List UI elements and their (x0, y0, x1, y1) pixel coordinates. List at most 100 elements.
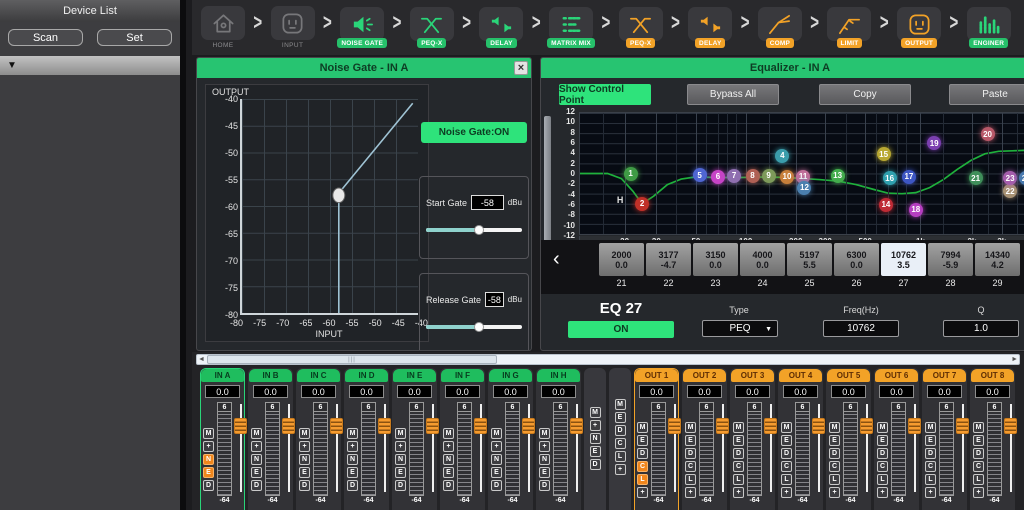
strip-button-l[interactable]: L (781, 474, 792, 485)
equalizer-window-title[interactable]: Equalizer - IN A (541, 58, 1024, 78)
eq-control-point-15[interactable]: 15 (877, 147, 891, 161)
eq-control-point-17[interactable]: 17 (902, 170, 916, 184)
strip-button-c[interactable]: C (733, 461, 744, 472)
strip-button-d[interactable]: D (973, 448, 984, 459)
eq-band-cell[interactable]: 31500.0 (693, 243, 738, 276)
strip-button-m[interactable]: M (877, 422, 888, 433)
strip-button-n[interactable]: N (590, 433, 601, 444)
strip-button-d[interactable]: D (203, 480, 214, 491)
channel-tab-in-f[interactable]: IN F (441, 369, 484, 382)
strip-button-plus[interactable]: + (203, 441, 214, 452)
strip-button-n[interactable]: N (443, 454, 454, 465)
copy-button[interactable]: Copy (819, 84, 911, 105)
strip-button-plus[interactable]: + (539, 441, 550, 452)
channel-tab-in-h[interactable]: IN H (537, 369, 580, 382)
channel-tab-out-5[interactable]: OUT 5 (827, 369, 870, 382)
strip-button-m[interactable]: M (615, 399, 626, 410)
channel-gain-value[interactable]: 0.0 (975, 385, 1010, 398)
fader-handle[interactable] (812, 418, 825, 434)
strip-button-plus[interactable]: + (781, 487, 792, 498)
strip-button-e[interactable]: E (925, 435, 936, 446)
strip-button-plus[interactable]: + (685, 487, 696, 498)
scroll-right-icon[interactable]: ► (1011, 355, 1018, 365)
toolbar-item-home[interactable]: HOME (198, 6, 248, 49)
strip-button-e[interactable]: E (539, 467, 550, 478)
strip-button-c[interactable]: C (973, 461, 984, 472)
strip-button-n[interactable]: N (395, 454, 406, 465)
strip-button-e[interactable]: E (203, 467, 214, 478)
strip-button-m[interactable]: M (590, 407, 601, 418)
channel-tab-in-g[interactable]: IN G (489, 369, 532, 382)
fader-handle[interactable] (570, 418, 583, 434)
eq-control-point-7[interactable]: 7 (727, 169, 741, 183)
strip-button-m[interactable]: M (395, 428, 406, 439)
fader-handle[interactable] (1004, 418, 1017, 434)
strip-button-c[interactable]: C (925, 461, 936, 472)
strip-button-plus[interactable]: + (590, 420, 601, 431)
channel-tab-in-c[interactable]: IN C (297, 369, 340, 382)
toolbar-item-delay[interactable]: DELAY (685, 7, 735, 48)
eq-band-28[interactable]: 7994-5.928 (928, 243, 973, 288)
eq-control-point-20[interactable]: 20 (981, 127, 995, 141)
fader-handle[interactable] (234, 418, 247, 434)
strip-button-e[interactable]: E (299, 467, 310, 478)
channel-gain-value[interactable]: 0.0 (349, 385, 384, 398)
mixer-scrollbar[interactable]: ◄ ||| ► (196, 354, 1020, 365)
strip-button-e[interactable]: E (347, 467, 358, 478)
fader-handle[interactable] (330, 418, 343, 434)
toolbar-item-delay[interactable]: DELAY (476, 7, 526, 48)
eq-band-cell[interactable]: 51975.5 (787, 243, 832, 276)
eq-control-point-18[interactable]: 18 (909, 203, 923, 217)
channel-gain-value[interactable]: 0.0 (541, 385, 576, 398)
fader-handle[interactable] (522, 418, 535, 434)
fader-handle[interactable] (474, 418, 487, 434)
toolbar-item-output[interactable]: OUTPUT (894, 7, 944, 48)
channel-tab-out-3[interactable]: OUT 3 (731, 369, 774, 382)
strip-button-c[interactable]: C (829, 461, 840, 472)
strip-button-m[interactable]: M (925, 422, 936, 433)
strip-button-l[interactable]: L (973, 474, 984, 485)
fader-handle[interactable] (908, 418, 921, 434)
strip-button-d[interactable]: D (251, 480, 262, 491)
toolbar-item-input[interactable]: INPUT (268, 6, 318, 49)
strip-button-c[interactable]: C (615, 438, 626, 449)
strip-button-e[interactable]: E (637, 435, 648, 446)
channel-tab-out-7[interactable]: OUT 7 (923, 369, 966, 382)
eq-control-point-13[interactable]: 13 (831, 169, 845, 183)
eq-control-point-21[interactable]: 21 (969, 171, 983, 185)
channel-tab-out-1[interactable]: OUT 1 (635, 369, 678, 382)
noise-gate-on-toggle[interactable]: Noise Gate:ON (421, 122, 527, 143)
strip-button-plus[interactable]: + (347, 441, 358, 452)
strip-button-m[interactable]: M (781, 422, 792, 433)
strip-button-e[interactable]: E (877, 435, 888, 446)
device-list-expander[interactable]: ▼ (0, 56, 180, 75)
channel-tab-out-4[interactable]: OUT 4 (779, 369, 822, 382)
slider-thumb[interactable] (474, 225, 484, 235)
strip-button-l[interactable]: L (685, 474, 696, 485)
strip-button-m[interactable]: M (637, 422, 648, 433)
strip-button-e[interactable]: E (829, 435, 840, 446)
strip-button-d[interactable]: D (685, 448, 696, 459)
eq-control-point-16[interactable]: 16 (883, 171, 897, 185)
strip-button-l[interactable]: L (925, 474, 936, 485)
strip-button-d[interactable]: D (491, 480, 502, 491)
toolbar-item-comp[interactable]: COMP (755, 7, 805, 48)
eq-band-26[interactable]: 63000.026 (834, 243, 879, 288)
channel-gain-value[interactable]: 0.0 (301, 385, 336, 398)
noise-gate-window-title[interactable]: Noise Gate - IN A × (197, 58, 531, 78)
strip-button-d[interactable]: D (443, 480, 454, 491)
eq-band-cell[interactable]: 40000.0 (740, 243, 785, 276)
strip-button-e[interactable]: E (733, 435, 744, 446)
channel-tab-out-2[interactable]: OUT 2 (683, 369, 726, 382)
eq-band-cell[interactable]: 20000.0 (599, 243, 644, 276)
channel-tab-in-e[interactable]: IN E (393, 369, 436, 382)
set-button[interactable]: Set (97, 29, 172, 46)
eq-band-cell[interactable]: 143404.2 (975, 243, 1020, 276)
release-gate-slider[interactable] (426, 323, 522, 331)
strip-button-n[interactable]: N (347, 454, 358, 465)
close-icon[interactable]: × (514, 61, 528, 75)
eq-control-point-9[interactable]: 9 (762, 169, 776, 183)
channel-gain-value[interactable]: 0.0 (493, 385, 528, 398)
strip-button-m[interactable]: M (685, 422, 696, 433)
eq-band-cell[interactable]: 7994-5.9 (928, 243, 973, 276)
